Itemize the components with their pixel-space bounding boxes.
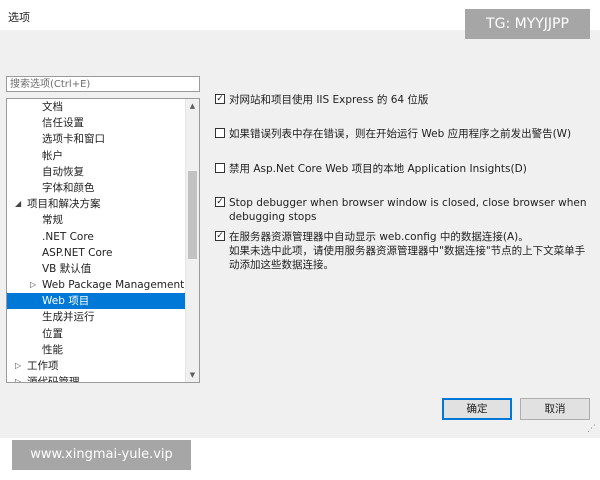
tree-item-label: 帐户 [42,149,63,162]
watermark-top: TG: MYYJJPP [465,9,590,39]
option-checkbox[interactable] [215,128,225,138]
tree-item[interactable]: Web 项目 [7,293,187,310]
option-text: 如果错误列表中存在错误，则在开始运行 Web 应用程序之前发出警告(W) [229,127,589,141]
scroll-thumb[interactable] [188,171,197,259]
tree-item[interactable]: ▷ Web Package Management [7,277,187,293]
tree-item-label: 生成并运行 [42,311,95,324]
cancel-button[interactable]: 取消 [520,398,590,420]
collapse-arrow-icon[interactable]: ▷ [30,277,36,293]
option-label: 如果错误列表中存在错误，则在开始运行 Web 应用程序之前发出警告(W) [229,128,572,140]
tree-item[interactable]: ASP.NET Core [7,245,187,261]
tree-item[interactable]: 字体和颜色 [7,180,187,196]
tree-item-label: ASP.NET Core [42,246,113,259]
option-text: Stop debugger when browser window is clo… [229,196,589,224]
tree-item[interactable]: ◢ 项目和解决方案 [7,196,187,212]
tree-item[interactable]: 生成并运行 [7,309,187,325]
tree-item[interactable]: ▷ 工作项 [7,358,187,374]
watermark-bottom: www.xingmai-yule.vip [12,440,191,470]
tree-item[interactable]: 常规 [7,212,187,228]
tree-item-label: 源代码管理 [27,376,80,383]
tree-list: 文档信任设置选项卡和窗口 帐户自动恢复字体和颜色 ◢ 项目和解决方案常规 .NET Co… [7,99,187,383]
option-checkbox[interactable]: ✓ [215,94,225,104]
scroll-up-icon[interactable]: ▲ [186,99,199,113]
collapse-arrow-icon[interactable]: ▷ [15,374,21,382]
search-input[interactable]: 搜索选项(Ctrl+E) [6,76,200,92]
tree-scrollbar[interactable]: ▲ ▼ [185,99,199,382]
tree-item[interactable]: 文档 [7,99,187,115]
option-checkbox[interactable]: ✓ [215,231,225,241]
options-tree[interactable]: 文档信任设置选项卡和窗口 帐户自动恢复字体和颜色 ◢ 项目和解决方案常规 .NET Co… [6,98,200,383]
option-label: 在服务器资源管理器中自动显示 web.config 中的数据连接(A)。 [229,231,529,243]
tree-item-label: VB 默认值 [42,262,92,275]
collapse-arrow-icon[interactable]: ▷ [15,358,21,374]
scroll-down-icon[interactable]: ▼ [186,368,199,382]
tree-item[interactable]: 帐户 [7,148,187,164]
option-label: Stop debugger when browser window is clo… [229,197,587,223]
expand-arrow-icon[interactable]: ◢ [15,196,21,212]
tree-item[interactable]: VB 默认值 [7,261,187,277]
tree-item-label: 项目和解决方案 [27,198,101,211]
tree-item[interactable]: 选项卡和窗口 [7,131,187,147]
tree-item-label: 选项卡和窗口 [42,133,105,146]
tree-item-label: 自动恢复 [42,165,84,178]
tree-item[interactable]: 自动恢复 [7,164,187,180]
option-note: 如果未选中此项，请使用服务器资源管理器中"数据连接"节点的上下文菜单手动添加这些… [229,245,586,271]
resize-grip-icon[interactable]: ⋰ [587,424,596,434]
tree-item-label: 字体和颜色 [42,181,95,194]
option-checkbox[interactable]: ✓ [215,197,225,207]
tree-item-label: 常规 [42,214,63,227]
tree-item-label: 信任设置 [42,117,84,130]
tree-item-label: 工作项 [27,360,59,372]
option-label: 对网站和项目使用 IIS Express 的 64 位版 [229,94,429,106]
tree-item[interactable]: 位置 [7,326,187,342]
tree-item-label: 性能 [42,343,63,356]
tree-item-label: Web Package Management [42,279,185,292]
tree-item-label: Web 项目 [42,295,90,308]
option-text: 禁用 Asp.Net Core Web 项目的本地 Application In… [229,162,589,176]
option-text: 在服务器资源管理器中自动显示 web.config 中的数据连接(A)。如果未选… [229,230,589,272]
tree-item[interactable]: 信任设置 [7,115,187,131]
window-title: 选项 [8,11,30,24]
options-dialog: 选项 ? ✕ 搜索选项(Ctrl+E) 文档信任设置选项卡和窗口帐户自动恢复字体… [0,0,600,439]
option-checkbox[interactable] [215,163,225,173]
option-label: 禁用 Asp.Net Core Web 项目的本地 Application In… [229,163,527,175]
option-text: 对网站和项目使用 IIS Express 的 64 位版 [229,93,589,107]
tree-item-label: 文档 [42,101,63,113]
ok-button[interactable]: 确定 [442,398,512,420]
tree-item-label: .NET Core [42,230,94,243]
tree-item-label: 位置 [42,327,63,340]
tree-item[interactable]: ▷ 源代码管理 [7,374,187,383]
tree-item[interactable]: 性能 [7,342,187,358]
tree-item[interactable]: .NET Core [7,229,187,245]
